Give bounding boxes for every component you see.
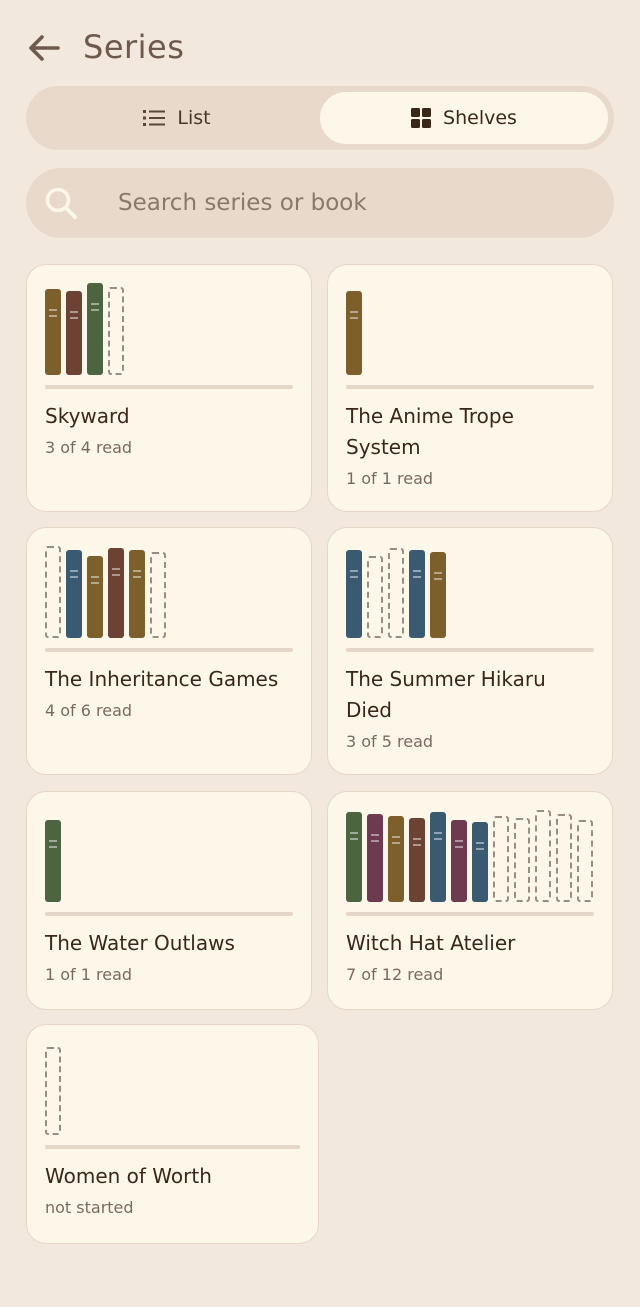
- series-progress: 4 of 6 read: [45, 701, 133, 720]
- series-card[interactable]: The Water Outlaws 1 of 1 read: [26, 791, 312, 1010]
- book-spine-read: [409, 818, 425, 902]
- book-shelf: [346, 508, 596, 638]
- shelf-divider: [45, 912, 293, 916]
- search-bar[interactable]: [26, 168, 614, 238]
- book-spine-unread: [535, 810, 551, 902]
- series-title: The Inheritance Games: [45, 667, 279, 691]
- shelf-divider: [346, 385, 594, 389]
- book-spine-unread: [556, 814, 572, 902]
- series-progress: 1 of 1 read: [346, 469, 434, 488]
- series-card[interactable]: Skyward 3 of 4 read: [26, 264, 312, 512]
- series-progress: 3 of 5 read: [346, 732, 434, 751]
- book-spine-unread: [150, 552, 166, 638]
- grid-icon: [411, 108, 432, 128]
- book-spine-read: [451, 820, 467, 902]
- shelf-divider: [346, 648, 594, 652]
- arrow-left-icon: [29, 35, 60, 61]
- book-spine-read: [409, 550, 425, 638]
- series-card[interactable]: Witch Hat Atelier 7 of 12 read: [327, 791, 613, 1010]
- series-title: Witch Hat Atelier: [346, 931, 516, 955]
- series-card[interactable]: The Summer Hikaru Died 3 of 5 read: [327, 527, 613, 775]
- app-header: Series: [0, 0, 640, 90]
- shelf-divider: [45, 648, 293, 652]
- shelf-divider: [346, 912, 594, 916]
- book-shelf: [45, 245, 295, 375]
- book-spine-unread: [493, 816, 509, 902]
- book-shelf: [45, 772, 295, 902]
- shelf-divider: [45, 1145, 300, 1149]
- series-title: The Anime Trope System: [346, 404, 514, 459]
- series-title: Skyward: [45, 404, 130, 428]
- book-spine-unread: [388, 548, 404, 638]
- search-input[interactable]: [118, 168, 598, 238]
- book-spine-read: [66, 291, 82, 375]
- shelf-divider: [45, 385, 293, 389]
- book-spine-unread: [45, 1047, 61, 1135]
- book-spine-read: [388, 816, 404, 902]
- series-card[interactable]: The Anime Trope System 1 of 1 read: [327, 264, 613, 512]
- book-spine-read: [129, 550, 145, 638]
- book-spine-read: [430, 812, 446, 902]
- series-progress: 7 of 12 read: [346, 965, 444, 984]
- shelves-view-label: Shelves: [443, 107, 517, 129]
- series-progress: 3 of 4 read: [45, 438, 133, 457]
- series-title: The Water Outlaws: [45, 931, 235, 955]
- book-spine-read: [108, 548, 124, 638]
- book-shelf: [346, 772, 596, 902]
- book-spine-read: [346, 550, 362, 638]
- book-shelf: [346, 245, 596, 375]
- book-spine-read: [87, 556, 103, 638]
- book-spine-unread: [514, 818, 530, 902]
- book-spine-read: [472, 822, 488, 902]
- book-shelf: [45, 1005, 302, 1135]
- series-progress: not started: [45, 1198, 134, 1217]
- list-icon: [143, 110, 166, 126]
- series-title: Women of Worth: [45, 1164, 212, 1188]
- book-spine-read: [66, 550, 82, 638]
- series-title: The Summer Hikaru Died: [346, 667, 546, 722]
- series-card[interactable]: Women of Worth not started: [26, 1024, 319, 1244]
- book-spine-unread: [577, 820, 593, 902]
- shelves-view-tab[interactable]: Shelves: [320, 92, 608, 144]
- series-progress: 1 of 1 read: [45, 965, 133, 984]
- list-view-label: List: [177, 107, 211, 129]
- book-spine-read: [45, 820, 61, 902]
- book-spine-unread: [108, 287, 124, 375]
- page-title: Series: [83, 28, 185, 66]
- list-view-tab[interactable]: List: [32, 92, 322, 144]
- book-spine-read: [430, 552, 446, 638]
- search-icon: [45, 187, 77, 219]
- book-spine-read: [367, 814, 383, 902]
- back-button[interactable]: [22, 26, 66, 70]
- series-card[interactable]: The Inheritance Games 4 of 6 read: [26, 527, 312, 775]
- book-shelf: [45, 508, 295, 638]
- book-spine-read: [346, 291, 362, 375]
- book-spine-read: [87, 283, 103, 375]
- book-spine-read: [346, 812, 362, 902]
- book-spine-read: [45, 289, 61, 375]
- book-spine-unread: [45, 546, 61, 638]
- book-spine-unread: [367, 556, 383, 638]
- view-toggle: List Shelves: [26, 86, 614, 150]
